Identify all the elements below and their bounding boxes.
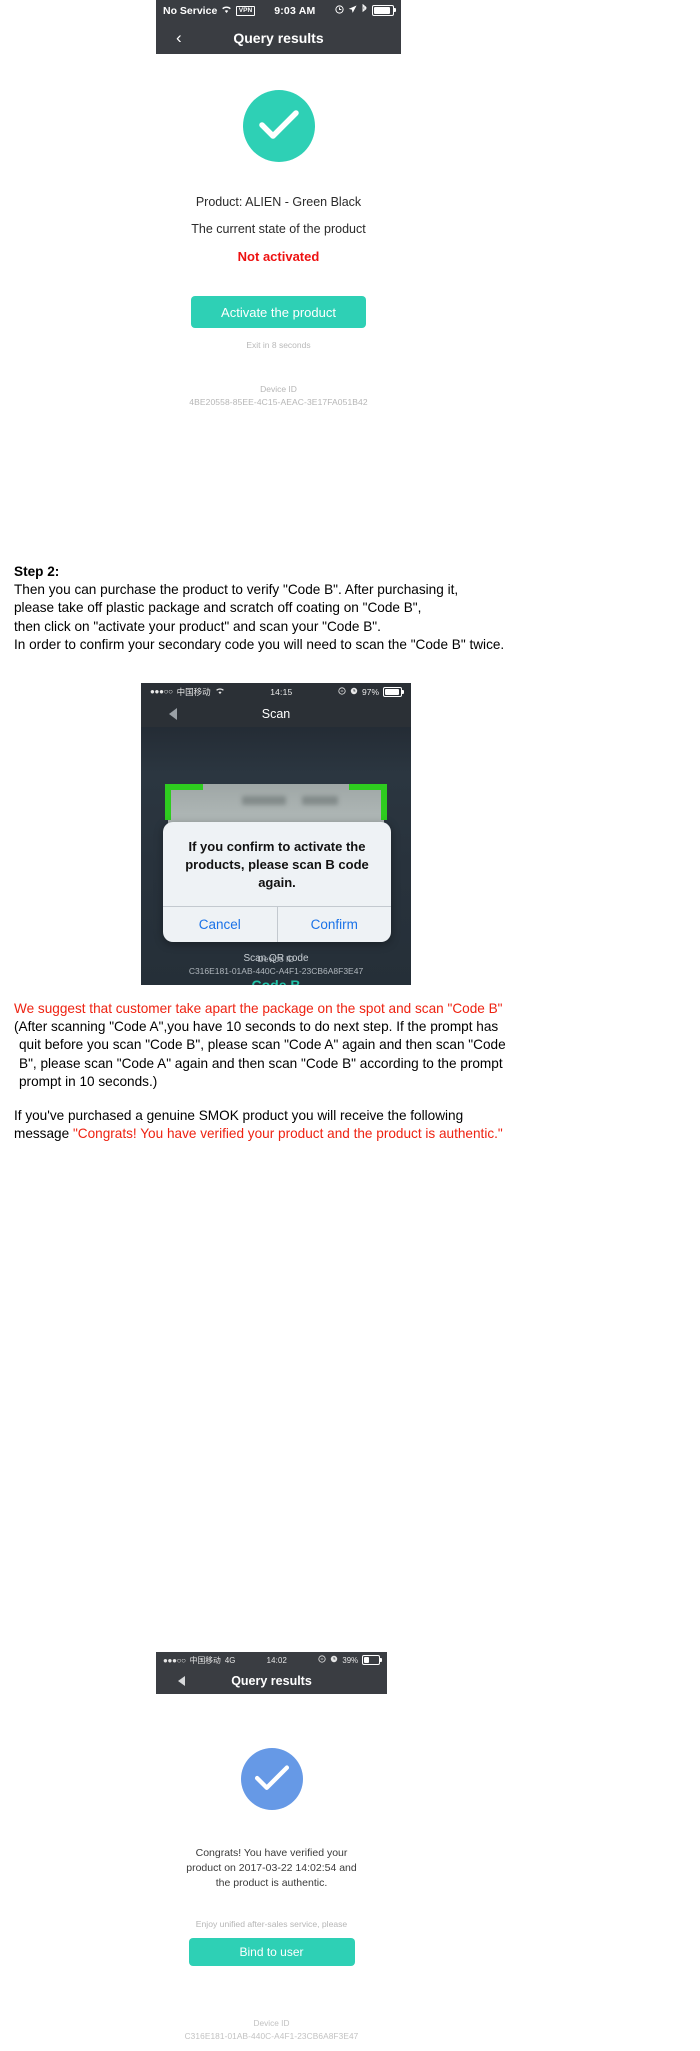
after-sales-note: Enjoy unified after-sales service, pleas… — [195, 1919, 348, 1929]
status-bar-left: ●●●○○ 中国移动 — [150, 686, 225, 698]
phone-screenshot-query-results-not-activated: No Service VPN 9:03 AM ‹ Query results P… — [156, 0, 401, 413]
genuine-message-quote: "Congrats! You have verified your produc… — [72, 1126, 503, 1142]
nav-bar: ‹ Query results — [156, 21, 401, 54]
genuine-line-2-prefix: message — [14, 1126, 73, 1142]
wifi-icon — [215, 687, 225, 697]
step2-line-2: please take off plastic package and scra… — [14, 600, 422, 616]
notes-text-block: We suggest that customer take apart the … — [14, 1000, 686, 1143]
paren-line-4: prompt in 10 seconds.) — [19, 1073, 158, 1089]
rotation-lock-icon — [318, 1655, 326, 1665]
status-bar-right: 39% — [318, 1655, 382, 1665]
carrier-label: 中国移动 — [189, 1655, 221, 1665]
phone3-content: Congrats! You have verified your product… — [156, 1694, 387, 2051]
device-id-value: C316E181-01AB-440C-A4F1-23CB6A8F3E47 — [188, 966, 364, 976]
step2-text-block: Step 2: Then you can purchase the produc… — [14, 563, 686, 654]
signal-dots-icon: ●●●○○ — [150, 687, 173, 696]
activate-product-button[interactable]: Activate the product — [191, 296, 366, 328]
phone-screenshot-scan: ●●●○○ 中国移动 14:15 97% Scan If you confirm… — [141, 683, 411, 985]
status-bar: ●●●○○ 中国移动 4G 14:02 39% — [156, 1652, 387, 1668]
carrier-label: No Service — [163, 4, 218, 17]
camera-viewfinder: If you confirm to activate the products,… — [141, 727, 411, 985]
alarm-icon — [335, 4, 344, 17]
alarm-icon — [350, 687, 358, 697]
exit-countdown-text: Exit in 8 seconds — [246, 340, 311, 350]
step2-line-1: Then you can purchase the product to ver… — [14, 582, 459, 598]
battery-percent-label: 39% — [342, 1655, 358, 1665]
device-id-block: Device ID C316E181-01AB-440C-A4F1-23CB6A… — [156, 2018, 387, 2051]
check-mark-icon — [240, 1748, 303, 1810]
paren-line-3: B", please scan "Code A" again and then … — [19, 1055, 503, 1071]
dialog-buttons: Cancel Confirm — [163, 906, 391, 942]
signal-dots-icon: ●●●○○ — [163, 1655, 186, 1665]
status-bar-left: ●●●○○ 中国移动 4G — [163, 1655, 235, 1666]
battery-icon — [372, 5, 396, 16]
phone1-content: Product: ALIEN - Green Black The current… — [156, 54, 401, 413]
step2-title: Step 2: — [14, 564, 60, 579]
status-bar-right: 97% — [338, 686, 404, 697]
status-bar-time: 14:15 — [270, 686, 293, 697]
device-id-label: Device ID — [260, 384, 297, 394]
device-id-value: 4BE20558-85EE-4C15-AEAC-3E17FA051B42 — [189, 397, 368, 407]
paren-line-1: (After scanning "Code A",you have 10 sec… — [14, 1019, 499, 1035]
device-id-label: Device ID — [257, 954, 295, 964]
scan-corner-top-left-v — [165, 784, 171, 820]
battery-percent-label: 97% — [361, 686, 379, 697]
location-arrow-icon — [348, 4, 357, 17]
confirm-button[interactable]: Confirm — [276, 907, 392, 942]
page-title: Query results — [233, 29, 324, 46]
verification-message: Congrats! You have verified your product… — [186, 1847, 357, 1889]
battery-icon — [383, 686, 404, 697]
check-mark-icon — [242, 90, 315, 162]
battery-icon — [362, 1655, 382, 1665]
rotation-lock-icon — [338, 686, 346, 697]
bind-to-user-button[interactable]: Bind to user — [188, 1938, 355, 1966]
step2-line-4: In order to confirm your secondary code … — [14, 636, 505, 652]
status-badge: Not activated — [237, 249, 320, 264]
product-name-label: Product: ALIEN - Green Black — [195, 195, 362, 209]
carrier-label: 中国移动 — [176, 686, 211, 697]
status-bar-time: 14:02 — [266, 1655, 288, 1665]
device-id-label: Device ID — [253, 2018, 290, 2028]
suggestion-red-line: We suggest that customer take apart the … — [14, 1001, 503, 1016]
nav-bar: Scan — [141, 700, 411, 727]
status-bar-left: No Service VPN — [163, 5, 255, 17]
genuine-line-1: If you've purchased a genuine SMOK produ… — [14, 1108, 464, 1124]
paren-line-2: quit before you scan "Code B", please sc… — [19, 1037, 506, 1053]
back-triangle-icon[interactable] — [178, 1676, 185, 1686]
device-id-block: Device ID 4BE20558-85EE-4C15-AEAC-3E17FA… — [156, 384, 401, 413]
phone-screenshot-query-results-verified: ●●●○○ 中国移动 4G 14:02 39% Query results Co… — [156, 1652, 387, 2051]
status-bar-right — [335, 3, 396, 17]
device-id-value: C316E181-01AB-440C-A4F1-23CB6A8F3E47 — [184, 2031, 359, 2041]
wifi-icon — [221, 5, 232, 17]
status-bar-time: 9:03 AM — [274, 4, 316, 17]
status-bar: ●●●○○ 中国移动 14:15 97% — [141, 683, 411, 700]
scan-corner-top-right-v — [381, 784, 387, 820]
vpn-badge: VPN — [236, 5, 255, 16]
chevron-left-icon[interactable]: ‹ — [176, 28, 182, 48]
cancel-button[interactable]: Cancel — [163, 907, 277, 942]
genuine-line-2: message "Congrats! You have verified you… — [14, 1125, 686, 1143]
confirm-dialog: If you confirm to activate the products,… — [163, 822, 391, 942]
network-type-label: 4G — [224, 1655, 236, 1665]
product-state-label: The current state of the product — [191, 222, 366, 236]
nav-bar: Query results — [156, 1668, 387, 1694]
bluetooth-icon — [361, 3, 368, 17]
page-title: Query results — [231, 1674, 312, 1688]
dialog-message: If you confirm to activate the products,… — [185, 839, 369, 890]
code-label: Code B — [251, 977, 301, 985]
device-id-block: Device ID C316E181-01AB-440C-A4F1-23CB6A… — [141, 953, 411, 977]
back-triangle-icon[interactable] — [169, 707, 177, 720]
page-title: Scan — [261, 706, 291, 721]
step2-line-3: then click on "activate your product" an… — [14, 618, 381, 634]
alarm-icon — [330, 1655, 338, 1665]
status-bar: No Service VPN 9:03 AM — [156, 0, 401, 21]
